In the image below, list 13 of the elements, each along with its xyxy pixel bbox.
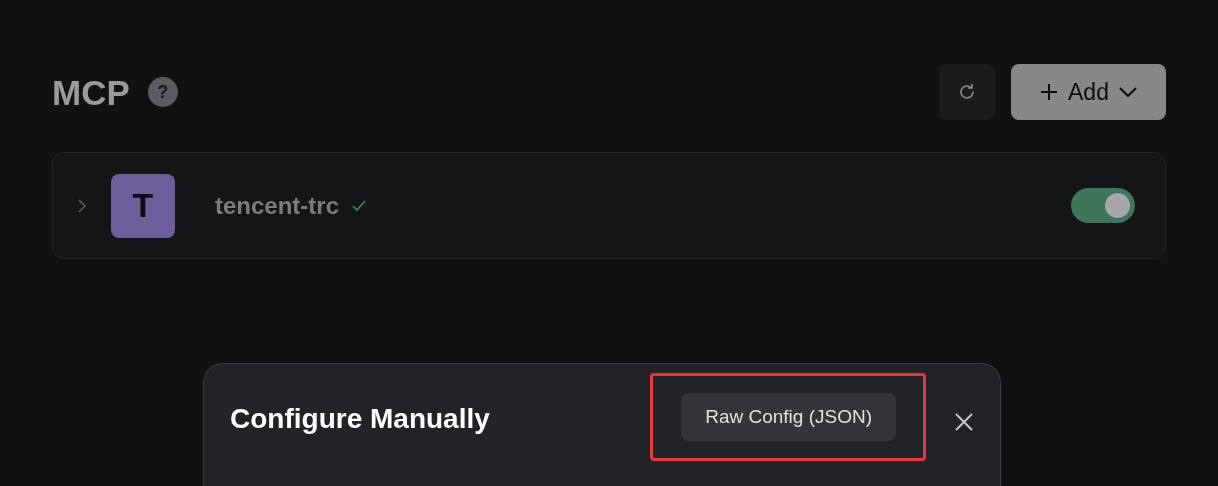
add-button[interactable]: Add: [1011, 64, 1166, 120]
page-title: MCP: [52, 74, 130, 110]
close-icon[interactable]: [954, 411, 974, 432]
plus-icon: [1040, 83, 1059, 101]
avatar: T: [111, 173, 175, 238]
raw-config-button[interactable]: Raw Config (JSON): [681, 393, 896, 441]
chevron-icon[interactable]: [77, 197, 87, 214]
dialog-title: Configure Manually: [230, 402, 490, 436]
refresh-icon: [957, 82, 977, 102]
toggle-switch[interactable]: [1071, 188, 1135, 223]
server-name: tencent-trc: [215, 190, 340, 221]
refresh-button[interactable]: [939, 64, 995, 120]
caret-icon: [1118, 87, 1137, 97]
